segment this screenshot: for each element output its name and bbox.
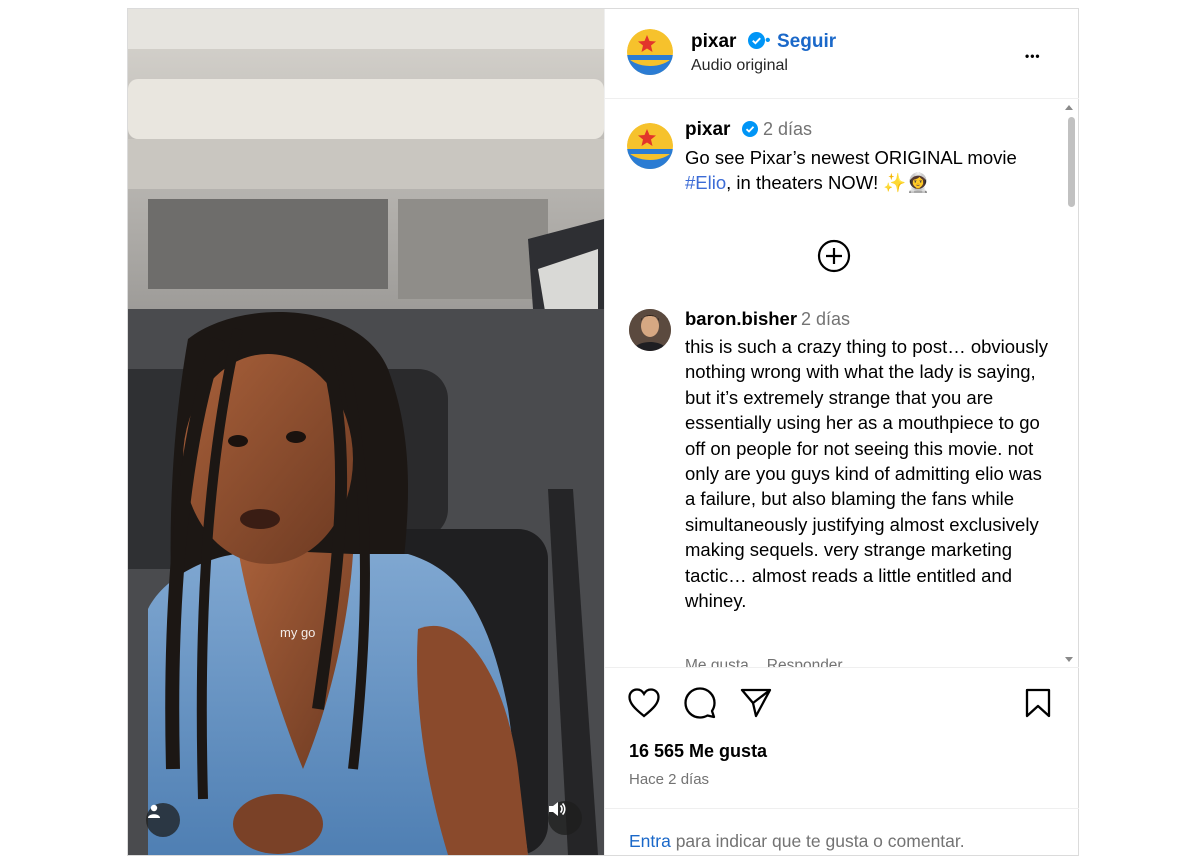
header-username[interactable]: pixar bbox=[691, 31, 765, 53]
tagged-users-button[interactable] bbox=[146, 803, 180, 837]
caption-username-text[interactable]: pixar bbox=[685, 119, 730, 140]
video-player[interactable]: my go bbox=[128, 9, 604, 855]
verified-badge-icon bbox=[741, 121, 758, 137]
login-link[interactable]: Entra bbox=[629, 831, 671, 851]
likes-count[interactable]: 16 565 Me gusta bbox=[629, 741, 767, 762]
share-button[interactable] bbox=[739, 686, 773, 720]
pixar-avatar[interactable] bbox=[627, 29, 673, 75]
comments-scroll-area[interactable]: pixar 2 días Go see Pixar’s newest ORIGI… bbox=[605, 99, 1079, 667]
scrollbar-thumb[interactable] bbox=[1068, 117, 1075, 207]
post-frame: my go pixar • Seguir Audio original ••• … bbox=[127, 8, 1079, 856]
hashtag-link[interactable]: #Elio bbox=[685, 172, 726, 193]
caption-text-before: Go see Pixar’s newest ORIGINAL movie bbox=[685, 147, 1017, 168]
comment-like-button[interactable]: Me gusta bbox=[685, 657, 749, 667]
follow-button[interactable]: Seguir bbox=[777, 31, 836, 53]
save-button[interactable] bbox=[1021, 686, 1055, 720]
scroll-down-arrow[interactable] bbox=[1065, 657, 1073, 662]
post-details-panel: pixar • Seguir Audio original ••• pixar … bbox=[604, 9, 1079, 855]
comment-time[interactable]: 2 días bbox=[801, 309, 850, 330]
login-text: para indicar que te gusta o comentar. bbox=[670, 831, 965, 851]
login-prompt-text: Entra para indicar que te gusta o coment… bbox=[629, 831, 965, 852]
video-caption-overlay: my go bbox=[280, 625, 316, 640]
header-username-text[interactable]: pixar bbox=[691, 31, 736, 52]
login-prompt: Entra para indicar que te gusta o coment… bbox=[605, 808, 1079, 859]
heart-icon bbox=[628, 688, 660, 718]
comment-button[interactable] bbox=[683, 686, 717, 720]
caption-username[interactable]: pixar bbox=[685, 119, 758, 141]
user-icon bbox=[148, 804, 160, 818]
avatar-photo bbox=[629, 309, 671, 351]
comment-actions: Me gusta Responder bbox=[685, 657, 861, 667]
load-more-comments-button[interactable] bbox=[817, 239, 851, 278]
post-actions: 16 565 Me gusta Hace 2 días Entra para i… bbox=[605, 667, 1079, 858]
more-options-button[interactable]: ••• bbox=[1025, 39, 1041, 67]
caption-text-after: , in theaters NOW! ✨👩‍🚀 bbox=[726, 172, 930, 193]
separator-dot: • bbox=[765, 32, 771, 49]
speaker-icon bbox=[549, 802, 566, 816]
caption-pixar-avatar[interactable] bbox=[627, 123, 673, 169]
comment-bubble-icon bbox=[684, 687, 716, 719]
comment-text: this is such a crazy thing to post… obvi… bbox=[685, 336, 1048, 612]
like-button[interactable] bbox=[627, 686, 661, 720]
comment-reply-button[interactable]: Responder bbox=[767, 657, 843, 667]
commenter-avatar[interactable] bbox=[629, 309, 671, 351]
caption-time[interactable]: 2 días bbox=[763, 119, 812, 140]
verified-badge-icon bbox=[747, 32, 765, 49]
caption-text: Go see Pixar’s newest ORIGINAL movie #El… bbox=[685, 145, 1055, 195]
commenter-username[interactable]: baron.bisher bbox=[685, 308, 797, 330]
post-header: pixar • Seguir Audio original ••• bbox=[605, 9, 1079, 99]
luxo-ball-icon bbox=[627, 123, 673, 169]
luxo-ball-icon bbox=[627, 29, 673, 75]
scroll-up-arrow[interactable] bbox=[1065, 105, 1073, 110]
bookmark-icon bbox=[1025, 688, 1051, 718]
video-frame-illustration bbox=[128, 9, 604, 855]
more-icon: ••• bbox=[1025, 49, 1041, 63]
plus-circle-icon bbox=[817, 239, 851, 273]
post-date[interactable]: Hace 2 días bbox=[629, 771, 709, 788]
audio-link[interactable]: Audio original bbox=[691, 57, 788, 75]
send-paper-plane-icon bbox=[740, 688, 772, 718]
sound-toggle-button[interactable] bbox=[548, 801, 582, 835]
